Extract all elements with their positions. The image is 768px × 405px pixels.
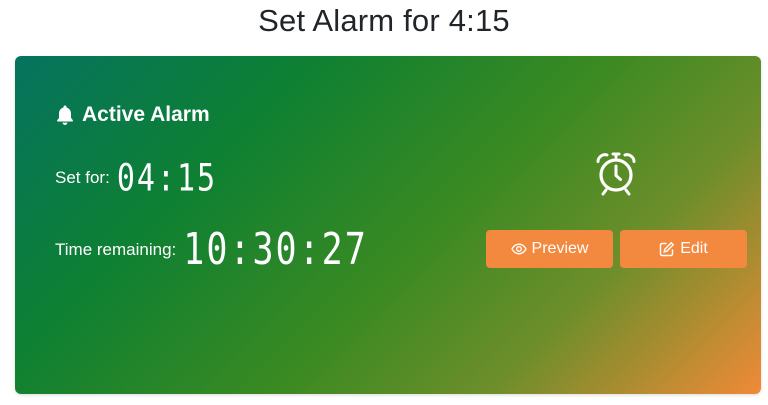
edit-button[interactable]: Edit <box>620 230 747 268</box>
page-title: Set Alarm for 4:15 <box>258 3 510 38</box>
set-for-time: 04:15 <box>116 156 218 200</box>
set-for-label: Set for: <box>55 168 110 187</box>
set-for-row: Set for: 04:15 <box>55 156 218 200</box>
time-remaining-row: Time remaining: 10:30:27 <box>55 225 368 275</box>
time-remaining-value: 10:30:27 <box>183 225 368 275</box>
edit-button-label: Edit <box>680 240 708 257</box>
preview-button[interactable]: Preview <box>486 230 613 268</box>
active-alarm-card: Active Alarm Set for: 04:15 Time remaini… <box>15 56 761 394</box>
card-header-label: Active Alarm <box>82 103 210 126</box>
time-remaining-label: Time remaining: <box>55 240 177 259</box>
eye-icon <box>510 243 527 255</box>
alarm-clock-icon <box>592 149 640 197</box>
bell-icon <box>56 104 74 126</box>
preview-button-label: Preview <box>531 240 589 257</box>
card-header: Active Alarm <box>56 100 210 130</box>
edit-icon <box>660 241 675 257</box>
